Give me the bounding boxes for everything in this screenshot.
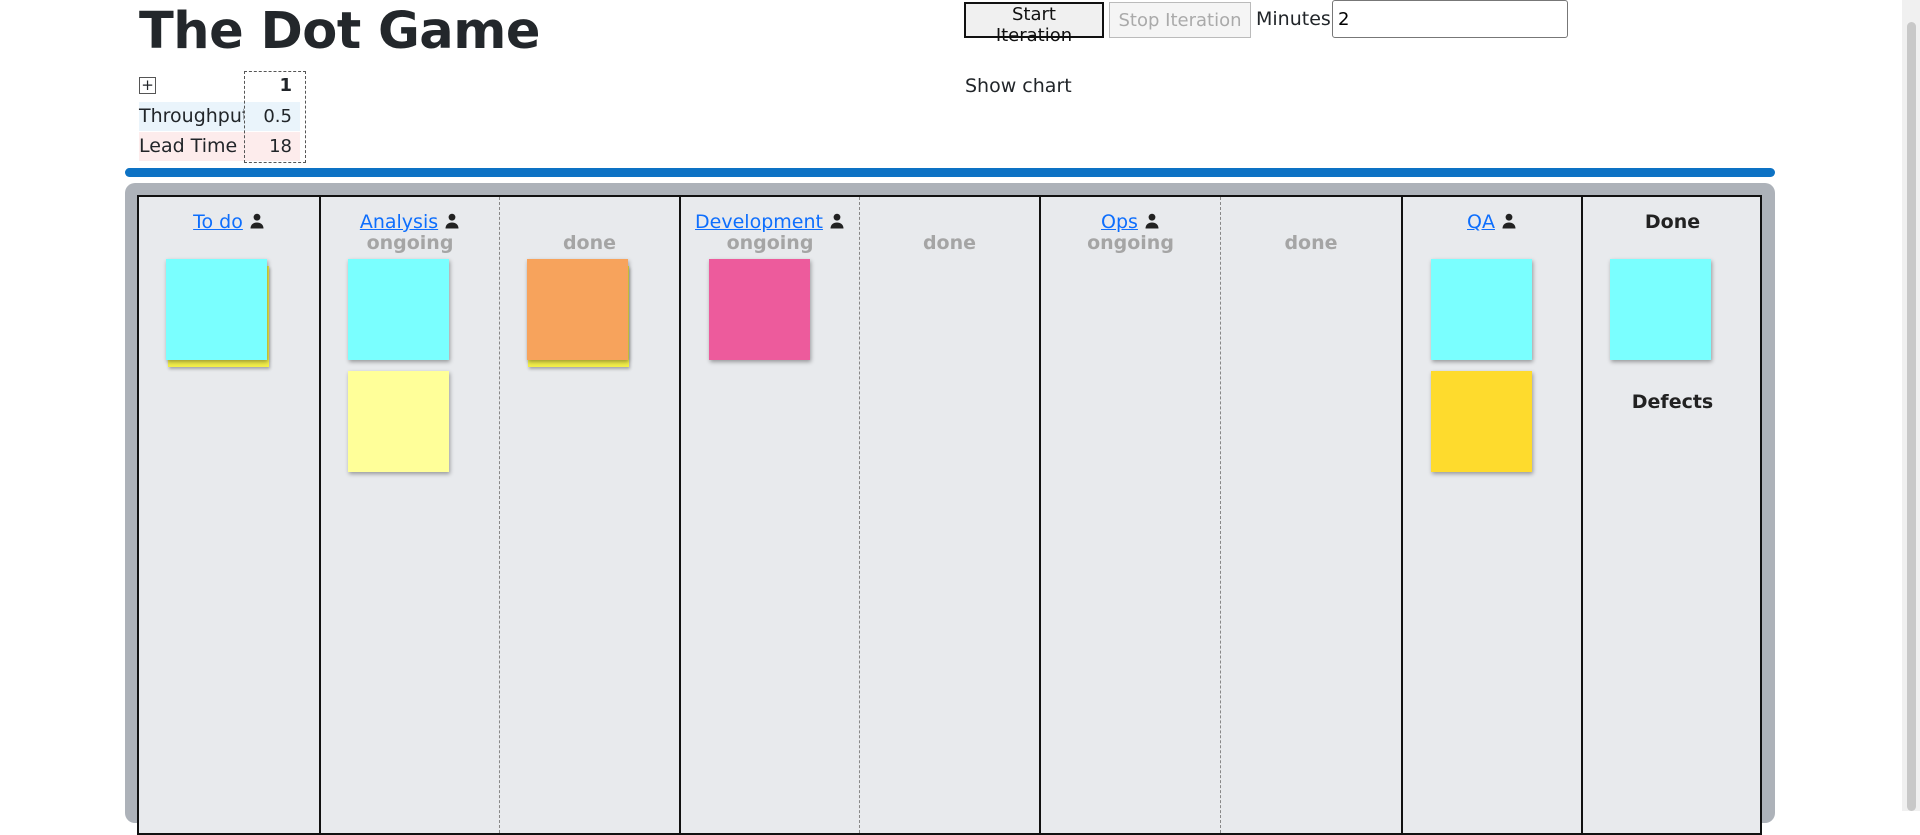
lead-time-value: 18 — [244, 132, 300, 161]
throughput-row: Throughput 0.5 — [139, 102, 306, 131]
lead-time-label: Lead Time — [139, 135, 238, 157]
ongoing-label: ongoing — [1087, 232, 1174, 254]
show-chart-link[interactable]: Show chart — [965, 75, 1072, 97]
ops-link[interactable]: Ops — [1101, 211, 1138, 233]
person-icon[interactable] — [1501, 213, 1517, 229]
column-todo: To do — [139, 197, 319, 833]
minutes-label: Minutes — [1256, 8, 1331, 30]
ongoing-label: ongoing — [726, 232, 814, 254]
column-header-development: Development — [681, 211, 859, 233]
sticky-note[interactable] — [709, 259, 810, 360]
column-header-qa: QA — [1403, 211, 1581, 233]
sticky-note[interactable] — [166, 259, 267, 360]
column-analysis-done: done — [499, 197, 679, 833]
vertical-scrollbar[interactable] — [1902, 0, 1920, 811]
done-label: done — [562, 232, 617, 254]
board-right-edge — [1760, 197, 1762, 833]
expand-toggle-button[interactable]: + — [139, 77, 156, 94]
sticky-note[interactable] — [1431, 371, 1532, 472]
throughput-value: 0.5 — [244, 102, 300, 131]
iteration-progress-bar — [125, 168, 1775, 177]
defects-label: Defects — [1631, 391, 1714, 413]
column-development-done: done — [859, 197, 1039, 833]
page-title: The Dot Game — [139, 2, 540, 61]
iteration-number: 1 — [279, 75, 292, 96]
kanban-board: To do Analysis ongoing done Development … — [125, 183, 1775, 835]
column-done: Done Defects — [1581, 197, 1762, 833]
done-label: done — [922, 232, 977, 254]
throughput-label: Throughput — [139, 105, 250, 127]
done-label: done — [1284, 232, 1338, 254]
iteration-row: + 1 — [139, 71, 306, 100]
scrollbar-thumb[interactable] — [1907, 22, 1916, 811]
column-header-ops: Ops — [1041, 211, 1220, 233]
development-link[interactable]: Development — [695, 211, 823, 233]
sticky-note[interactable] — [527, 259, 628, 360]
person-icon[interactable] — [1144, 213, 1160, 229]
board-area: To do Analysis ongoing done Development … — [137, 195, 1762, 835]
column-qa: QA — [1401, 197, 1581, 833]
sticky-note[interactable] — [1431, 259, 1532, 360]
qa-link[interactable]: QA — [1467, 211, 1495, 233]
column-header-todo: To do — [139, 211, 319, 233]
person-icon[interactable] — [249, 213, 265, 229]
minutes-input[interactable] — [1332, 0, 1568, 38]
sticky-note[interactable] — [348, 259, 449, 360]
column-ops-done: done — [1220, 197, 1401, 833]
sticky-note[interactable] — [348, 371, 449, 472]
sticky-note[interactable] — [1610, 259, 1711, 360]
lead-time-row: Lead Time 18 — [139, 132, 306, 161]
ongoing-label: ongoing — [366, 232, 454, 254]
stop-iteration-button[interactable]: Stop Iteration — [1109, 2, 1251, 38]
person-icon[interactable] — [829, 213, 845, 229]
analysis-link[interactable]: Analysis — [360, 211, 438, 233]
column-header-analysis: Analysis — [321, 211, 499, 233]
todo-link[interactable]: To do — [193, 211, 243, 233]
column-development-ongoing: Development ongoing — [679, 197, 859, 833]
column-ops-ongoing: Ops ongoing — [1039, 197, 1220, 833]
person-icon[interactable] — [444, 213, 460, 229]
start-iteration-button[interactable]: Start Iteration — [964, 2, 1104, 46]
column-analysis-ongoing: Analysis ongoing — [319, 197, 499, 833]
done-column-header: Done — [1644, 211, 1701, 233]
